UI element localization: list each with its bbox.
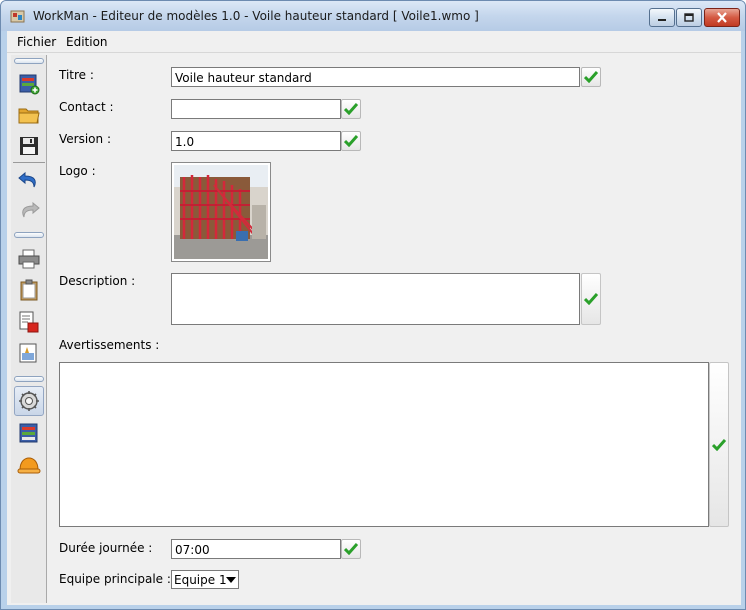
- save-button[interactable]: [17, 134, 41, 158]
- version-label: Version :: [59, 132, 111, 146]
- open-folder-icon: [18, 108, 40, 124]
- toolbar-grip[interactable]: [14, 58, 44, 64]
- checkmark-icon: [344, 135, 358, 147]
- contact-input[interactable]: [171, 99, 341, 119]
- dropdown-arrow-icon: [226, 577, 236, 583]
- menu-fichier[interactable]: Fichier: [17, 35, 56, 49]
- description-label: Description :: [59, 274, 136, 288]
- undo-button[interactable]: [17, 168, 41, 192]
- description-validate-button[interactable]: [581, 273, 601, 325]
- logo-photo: [174, 165, 268, 259]
- title-bar[interactable]: WorkMan - Editeur de modèles 1.0 - Voile…: [1, 1, 745, 31]
- titre-label: Titre :: [59, 68, 94, 82]
- titre-validate-button[interactable]: [581, 67, 601, 87]
- close-button[interactable]: [704, 8, 740, 27]
- checkmark-icon: [584, 293, 598, 305]
- clipboard-icon: [20, 279, 38, 301]
- toolbar-grip[interactable]: [14, 376, 44, 382]
- settings-gear-icon: [19, 391, 39, 411]
- hard-hat-button[interactable]: [17, 453, 41, 477]
- image-export-button[interactable]: [17, 342, 41, 366]
- settings-button[interactable]: [14, 386, 44, 416]
- window-title: WorkMan - Editeur de modèles 1.0 - Voile…: [33, 9, 479, 23]
- redo-button[interactable]: [17, 198, 41, 222]
- image-export-icon: [19, 343, 37, 363]
- checkmark-icon: [584, 71, 598, 83]
- logo-image[interactable]: [171, 162, 271, 262]
- version-validate-button[interactable]: [341, 131, 361, 151]
- minimize-icon: [658, 18, 666, 21]
- contact-validate-button[interactable]: [341, 99, 361, 119]
- print-button[interactable]: [17, 247, 41, 271]
- checkmark-icon: [712, 438, 726, 451]
- maximize-icon: [684, 13, 694, 22]
- toolbar-separator: [13, 162, 45, 163]
- print-icon: [18, 249, 40, 269]
- pdf-export-icon: [19, 311, 39, 333]
- main-window: WorkMan - Editeur de modèles 1.0 - Voile…: [0, 0, 746, 610]
- clipboard-button[interactable]: [17, 278, 41, 302]
- open-button[interactable]: [17, 103, 41, 127]
- equipe-label: Equipe principale :: [59, 572, 171, 586]
- version-input[interactable]: 1.0: [171, 131, 341, 151]
- app-icon: [10, 10, 25, 23]
- logo-label: Logo :: [59, 164, 96, 178]
- left-toolbar: [11, 55, 47, 603]
- menu-edition[interactable]: Edition: [66, 35, 108, 49]
- checkmark-icon: [344, 543, 358, 555]
- equipe-selected-value: Equipe 1: [174, 573, 227, 587]
- duree-input[interactable]: 07:00: [171, 539, 341, 559]
- pdf-export-button[interactable]: [17, 310, 41, 334]
- model-list-icon: [19, 423, 38, 443]
- minimize-button[interactable]: [649, 8, 675, 27]
- duree-validate-button[interactable]: [341, 539, 361, 559]
- save-disk-icon: [20, 137, 38, 155]
- duree-label: Durée journée :: [59, 541, 153, 555]
- new-model-button[interactable]: [17, 72, 41, 96]
- avertissements-textarea[interactable]: [59, 362, 709, 527]
- redo-icon: [22, 201, 40, 218]
- maximize-button[interactable]: [676, 8, 702, 27]
- menu-bar: Fichier Edition: [7, 31, 741, 53]
- checkmark-icon: [344, 103, 358, 115]
- close-icon: [717, 12, 727, 23]
- contact-label: Contact :: [59, 100, 114, 114]
- undo-icon: [18, 171, 36, 188]
- description-textarea[interactable]: [171, 273, 580, 325]
- toolbar-grip[interactable]: [14, 232, 44, 238]
- avertissements-validate-button[interactable]: [709, 362, 729, 527]
- new-model-icon: [19, 74, 40, 95]
- titre-input[interactable]: Voile hauteur standard: [171, 67, 580, 87]
- model-list-button[interactable]: [17, 421, 41, 445]
- hard-hat-icon: [17, 457, 41, 474]
- equipe-select[interactable]: Equipe 1: [171, 570, 239, 589]
- avertissements-label: Avertissements :: [59, 338, 160, 352]
